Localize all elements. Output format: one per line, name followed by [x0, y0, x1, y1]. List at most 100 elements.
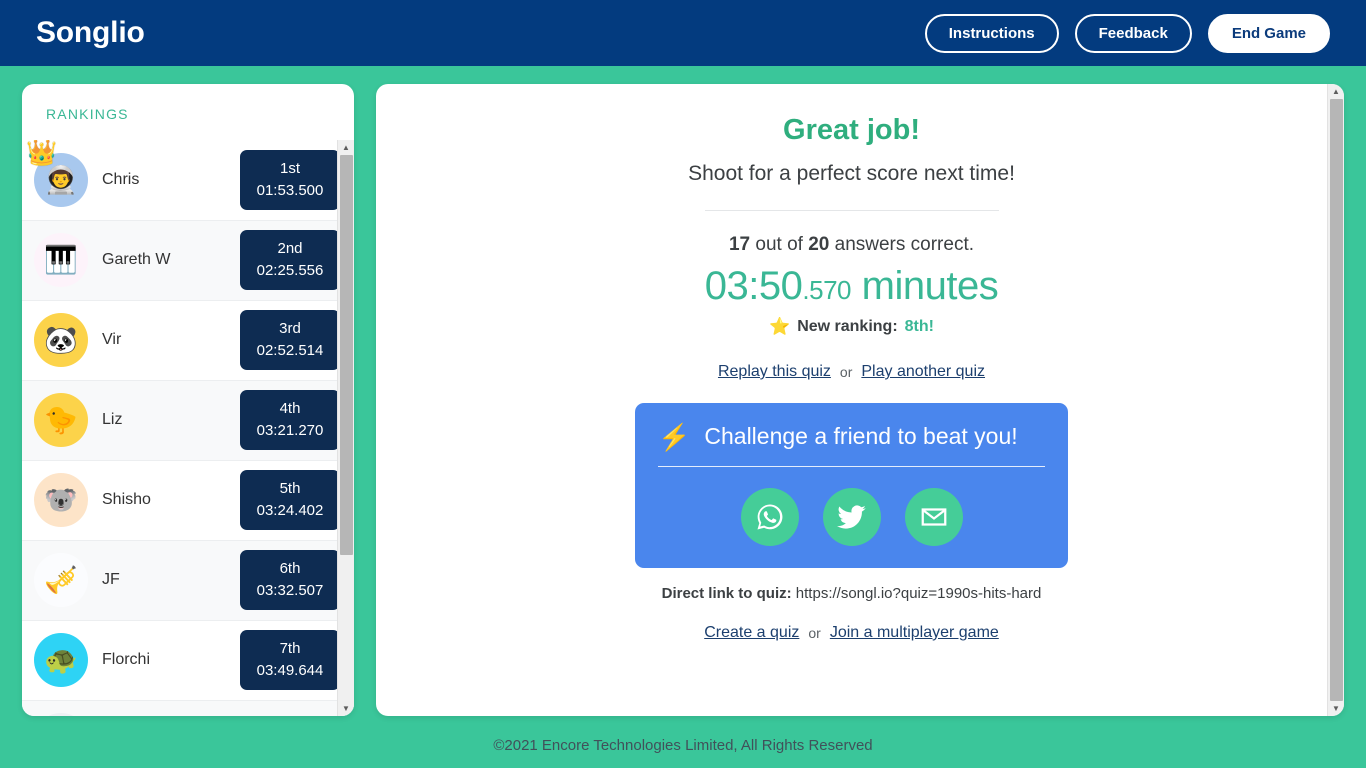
- rankings-title: RANKINGS: [46, 106, 129, 122]
- rank-position: 7th: [279, 640, 301, 658]
- result-subheading: Shoot for a perfect score next time!: [688, 162, 1015, 185]
- ranking-row-4[interactable]: 🐤 Liz 4th 03:21.270: [22, 380, 354, 460]
- result-heading: Great job!: [783, 114, 920, 146]
- ranking-row-3[interactable]: 🐼 Vir 3rd 02:52.514: [22, 300, 354, 380]
- answers-summary: 17 out of 20 answers correct.: [729, 234, 974, 256]
- rankings-panel: RANKINGS 👨‍🚀 👑 Chris 1st 01:53.500: [22, 84, 354, 716]
- rank-position: 5th: [279, 480, 301, 498]
- crown-icon: 👑: [26, 140, 58, 167]
- results-scrollbar[interactable]: ▲ ▼: [1327, 84, 1344, 716]
- challenge-title: Challenge a friend to beat you!: [704, 423, 1018, 449]
- scrollbar-thumb[interactable]: [340, 155, 353, 555]
- ranking-row-2[interactable]: 🎹 Gareth W 2nd 02:25.556: [22, 220, 354, 300]
- rank-time: 03:21.270: [256, 422, 324, 439]
- links-separator: or: [808, 625, 821, 641]
- new-ranking-line: ⭐ New ranking: 8th!: [769, 317, 934, 337]
- direct-link-url[interactable]: https://songl.io?quiz=1990s-hits-hard: [796, 585, 1042, 602]
- answers-between: out of: [750, 234, 809, 255]
- replay-quiz-link[interactable]: Replay this quiz: [718, 363, 831, 381]
- time-milliseconds: .570: [802, 275, 852, 305]
- chick-avatar: 🐤: [34, 393, 88, 447]
- scrollbar-thumb[interactable]: [1330, 99, 1343, 701]
- rank-badge: 2nd 02:25.556: [240, 230, 340, 290]
- create-a-quiz-link[interactable]: Create a quiz: [704, 624, 799, 642]
- rank-position: 3rd: [279, 320, 301, 338]
- player-name: Shisho: [102, 491, 151, 508]
- header-actions: Instructions Feedback End Game: [924, 13, 1330, 53]
- instructions-button[interactable]: Instructions: [924, 13, 1059, 53]
- star-icon: ⭐: [769, 317, 791, 336]
- rank-position: 4th: [279, 400, 301, 418]
- player-name: Chris: [102, 171, 140, 188]
- bottom-action-links: Create a quiz or Join a multiplayer game: [704, 624, 999, 642]
- challenge-friend-box: ⚡ Challenge a friend to beat you!: [635, 403, 1068, 568]
- end-game-button[interactable]: End Game: [1207, 13, 1330, 53]
- join-multiplayer-link[interactable]: Join a multiplayer game: [830, 624, 999, 642]
- scroll-down-arrow-icon[interactable]: ▼: [338, 701, 354, 716]
- player-name: JF: [102, 571, 120, 588]
- page-body: RANKINGS 👨‍🚀 👑 Chris 1st 01:53.500: [0, 66, 1366, 768]
- new-ranking-value: 8th!: [904, 318, 934, 335]
- trumpet-avatar: 🎺: [34, 553, 88, 607]
- ranking-row-5[interactable]: 🐨 Shisho 5th 03:24.402: [22, 460, 354, 540]
- app-header: Songlio Instructions Feedback End Game: [0, 0, 1366, 66]
- direct-link-label: Direct link to quiz:: [661, 585, 792, 602]
- content-layout: RANKINGS 👨‍🚀 👑 Chris 1st 01:53.500: [0, 84, 1366, 716]
- ranking-row-1[interactable]: 👨‍🚀 👑 Chris 1st 01:53.500: [22, 140, 354, 220]
- play-another-quiz-link[interactable]: Play another quiz: [861, 363, 985, 381]
- rank-time: 03:24.402: [256, 502, 324, 519]
- email-share-button[interactable]: [904, 488, 963, 546]
- rank-badge: 7th 03:49.644: [240, 630, 340, 690]
- avatar-wrapper: [34, 713, 88, 716]
- player-name: Liz: [102, 411, 123, 428]
- rank-badge: 4th 03:21.270: [240, 390, 340, 450]
- new-ranking-label: New ranking:: [797, 318, 898, 335]
- rank-badge: 6th 03:32.507: [240, 550, 340, 610]
- rank-badge: 1st 01:53.500: [240, 150, 340, 210]
- avatar-wrapper: 🐼: [34, 313, 88, 367]
- total-count: 20: [808, 234, 830, 255]
- avatar-wrapper: 🎹: [34, 233, 88, 287]
- avatar-wrapper: 👨‍🚀 👑: [26, 141, 88, 207]
- ranking-row-partial[interactable]: [22, 700, 354, 716]
- whatsapp-icon: [757, 504, 782, 530]
- brand-logo: Songlio: [36, 16, 145, 49]
- divider: [704, 210, 999, 211]
- answers-suffix: answers correct.: [829, 234, 975, 255]
- links-separator: or: [839, 364, 853, 380]
- direct-link-row: Direct link to quiz: https://songl.io?qu…: [662, 585, 1042, 602]
- ranking-row-7[interactable]: 🐢 Florchi 7th 03:49.644: [22, 620, 354, 700]
- twitter-share-button[interactable]: [822, 488, 881, 546]
- share-buttons-row: [658, 488, 1045, 546]
- avatar-wrapper: 🐨: [34, 473, 88, 527]
- rank-badge: 5th 03:24.402: [240, 470, 340, 530]
- scroll-up-arrow-icon[interactable]: ▲: [338, 140, 354, 155]
- turtle-avatar: 🐢: [34, 633, 88, 687]
- challenge-header: ⚡ Challenge a friend to beat you!: [658, 423, 1045, 450]
- results-panel: Great job! Shoot for a perfect score nex…: [376, 84, 1344, 716]
- keyboard-avatar: 🎹: [34, 233, 88, 287]
- panda-guitar-avatar: 🐼: [34, 313, 88, 367]
- time-value: 03:50: [704, 264, 803, 308]
- ranking-row-6[interactable]: 🎺 JF 6th 03:32.507: [22, 540, 354, 620]
- player-name: Florchi: [102, 651, 151, 668]
- rankings-list: 👨‍🚀 👑 Chris 1st 01:53.500 🎹 Gareth W: [22, 140, 354, 716]
- scroll-down-arrow-icon[interactable]: ▼: [1328, 701, 1344, 716]
- feedback-button[interactable]: Feedback: [1074, 13, 1192, 53]
- rank-time: 02:25.556: [256, 262, 324, 279]
- avatar-wrapper: 🐤: [34, 393, 88, 447]
- avatar-wrapper: 🎺: [34, 553, 88, 607]
- envelope-icon: [921, 508, 946, 526]
- scroll-up-arrow-icon[interactable]: ▲: [1328, 84, 1344, 99]
- avatar-wrapper: 🐢: [34, 633, 88, 687]
- rank-time: 03:32.507: [256, 582, 324, 599]
- player-name: Vir: [102, 331, 122, 348]
- lightning-bolt-icon: ⚡: [658, 421, 691, 452]
- player-avatar: [34, 713, 88, 716]
- whatsapp-share-button[interactable]: [740, 488, 799, 546]
- challenge-divider: [658, 466, 1045, 467]
- rankings-scrollbar[interactable]: ▲ ▼: [337, 140, 354, 716]
- twitter-icon: [836, 505, 866, 529]
- quiz-action-links: Replay this quiz or Play another quiz: [718, 363, 985, 381]
- rank-position: 2nd: [277, 240, 303, 258]
